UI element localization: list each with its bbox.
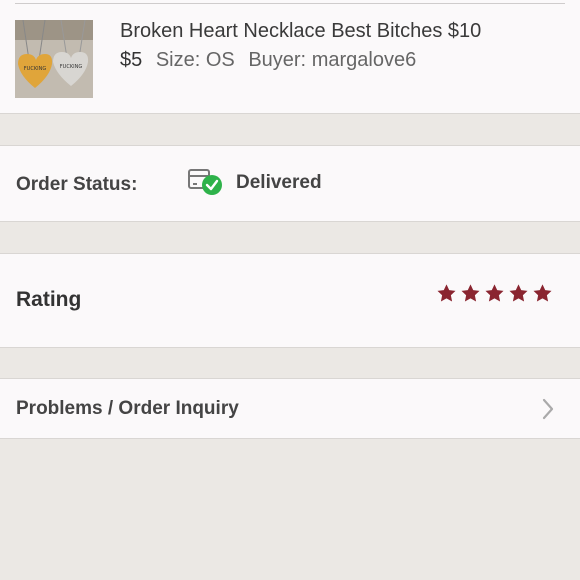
- size-value: OS: [205, 49, 235, 71]
- order-status-label: Order Status:: [16, 174, 138, 195]
- buyer-value: margalove6: [311, 49, 417, 71]
- divider: [15, 3, 565, 4]
- necklace-photo-icon: FUCKING FUCKING: [15, 20, 93, 98]
- order-status-value: Delivered: [236, 172, 322, 193]
- rating-row: Rating: [0, 253, 580, 348]
- item-thumbnail[interactable]: FUCKING FUCKING: [15, 20, 93, 98]
- problems-order-inquiry-row[interactable]: Problems / Order Inquiry: [0, 378, 580, 439]
- item-title[interactable]: Broken Heart Necklace Best Bitches $10: [120, 20, 481, 43]
- size-label: Size: OS: [155, 49, 235, 71]
- rating-stars: [436, 283, 553, 304]
- star-icon: [485, 284, 504, 302]
- problems-label: Problems / Order Inquiry: [16, 398, 239, 419]
- star-icon: [509, 284, 528, 302]
- item-price: $5: [120, 49, 143, 71]
- item-meta: $5 Size: OS Buyer: margalove6: [120, 49, 424, 72]
- svg-text:FUCKING: FUCKING: [24, 66, 47, 72]
- item-card[interactable]: FUCKING FUCKING Broken Heart Necklace Be…: [0, 0, 580, 114]
- order-status-row: Order Status: Delivered: [0, 145, 580, 222]
- chevron-right-icon: [542, 398, 554, 420]
- star-icon: [461, 284, 480, 302]
- star-icon: [437, 284, 456, 302]
- svg-text:FUCKING: FUCKING: [60, 64, 83, 70]
- box-delivered-icon: [188, 169, 222, 195]
- rating-label: Rating: [16, 288, 82, 311]
- buyer-label: Buyer: margalove6: [248, 49, 417, 71]
- star-icon: [533, 284, 552, 302]
